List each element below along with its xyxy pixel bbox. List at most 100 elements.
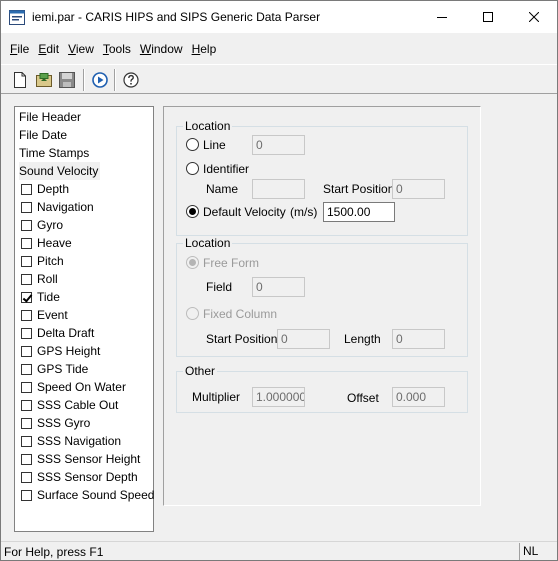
menu-view[interactable]: View <box>65 37 97 61</box>
maximize-icon <box>483 12 493 22</box>
checkbox[interactable] <box>21 219 32 231</box>
list-item-sss-navigation[interactable]: SSS Navigation <box>19 432 121 450</box>
minimize-icon <box>437 17 447 18</box>
checkbox[interactable] <box>21 201 32 213</box>
checkbox[interactable] <box>21 327 32 339</box>
field-label: Field <box>206 280 233 294</box>
list-item-sss-sensor-height[interactable]: SSS Sensor Height <box>19 450 140 468</box>
maximize-button[interactable] <box>465 1 511 33</box>
identifier-radio[interactable] <box>186 162 199 175</box>
list-item-speed-on-water[interactable]: Speed On Water <box>19 378 126 396</box>
list-item-navigation[interactable]: Navigation <box>19 198 94 216</box>
menu-help[interactable]: Help <box>189 37 220 61</box>
list-item-time-stamps[interactable]: Time Stamps <box>19 144 89 162</box>
location-group-disabled: Location Free Form Field 0 Fixed Column … <box>176 236 468 357</box>
checkbox[interactable] <box>21 471 32 483</box>
offset-label: Offset <box>347 391 379 405</box>
toolbar <box>1 64 557 94</box>
checkbox[interactable] <box>21 255 32 267</box>
list-item-depth[interactable]: Depth <box>19 180 69 198</box>
menu-window[interactable]: Window <box>137 37 186 61</box>
title-bar[interactable]: iemi.par - CARIS HIPS and SIPS Generic D… <box>1 1 557 33</box>
list-item-gps-tide[interactable]: GPS Tide <box>19 360 88 378</box>
checkbox[interactable] <box>21 399 32 411</box>
new-file-button[interactable] <box>9 69 31 91</box>
help-button[interactable] <box>120 69 142 91</box>
close-icon <box>529 12 539 22</box>
fixed-column-radio[interactable] <box>186 307 199 320</box>
checkbox[interactable] <box>21 273 32 285</box>
checkbox-checked[interactable] <box>21 291 32 303</box>
fixed-column-label: Fixed Column <box>203 307 278 321</box>
list-item-gps-height[interactable]: GPS Height <box>19 342 100 360</box>
menu-file[interactable]: File <box>7 37 32 61</box>
identifier-label: Identifier <box>203 162 250 176</box>
list-item-surface-sound-speed[interactable]: Surface Sound Speed <box>19 486 154 504</box>
checkbox[interactable] <box>21 417 32 429</box>
record-type-list[interactable]: File Header File Date Time Stamps Sound … <box>14 106 154 532</box>
name-field[interactable] <box>252 179 305 199</box>
window-title: iemi.par - CARIS HIPS and SIPS Generic D… <box>32 10 321 24</box>
group-title: Location <box>183 119 233 133</box>
default-velocity-label: Default Velocity <box>203 205 286 219</box>
list-item-sss-cable-out[interactable]: SSS Cable Out <box>19 396 118 414</box>
list-item-delta-draft[interactable]: Delta Draft <box>19 324 94 342</box>
list-item-sss-gyro[interactable]: SSS Gyro <box>19 414 90 432</box>
name-label: Name <box>206 182 239 196</box>
start-position-field[interactable]: 0 <box>392 179 445 199</box>
group-title: Other <box>183 364 218 378</box>
checkbox[interactable] <box>21 435 32 447</box>
line-field[interactable]: 0 <box>252 135 305 155</box>
offset-field[interactable]: 0.000 <box>392 387 445 407</box>
minimize-button[interactable] <box>419 1 465 33</box>
checkbox[interactable] <box>21 309 32 321</box>
start-position-label: Start Position <box>323 182 395 196</box>
list-item-file-date[interactable]: File Date <box>19 126 67 144</box>
checkbox[interactable] <box>21 183 32 195</box>
start-position-label: Start Position <box>206 332 278 346</box>
toolbar-separator <box>83 69 85 91</box>
new-file-icon <box>14 72 26 88</box>
list-item-roll[interactable]: Roll <box>19 270 58 288</box>
list-item-file-header[interactable]: File Header <box>19 108 81 126</box>
length-field[interactable]: 0 <box>392 329 445 349</box>
checkbox[interactable] <box>21 345 32 357</box>
checkbox[interactable] <box>21 489 32 501</box>
open-icon <box>36 73 52 87</box>
toolbar-separator <box>114 69 116 91</box>
menu-tools[interactable]: Tools <box>100 37 134 61</box>
menu-bar: File Edit View Tools Window Help <box>1 37 557 61</box>
client-area: File Header File Date Time Stamps Sound … <box>2 96 556 540</box>
start-position-field[interactable]: 0 <box>277 329 330 349</box>
multiplier-field[interactable]: 1.000000 <box>252 387 305 407</box>
length-label: Length <box>344 332 381 346</box>
open-button[interactable] <box>33 69 55 91</box>
checkbox[interactable] <box>21 363 32 375</box>
location-group: Location Line 0 Identifier Name Start Po… <box>176 119 468 236</box>
list-item-sss-sensor-depth[interactable]: SSS Sensor Depth <box>19 468 138 486</box>
list-item-heave[interactable]: Heave <box>19 234 72 252</box>
free-form-radio[interactable] <box>186 256 199 269</box>
num-lock-indicator: NL <box>519 543 555 560</box>
menu-edit[interactable]: Edit <box>35 37 62 61</box>
close-button[interactable] <box>511 1 557 33</box>
status-text: For Help, press F1 <box>4 545 104 559</box>
line-radio[interactable] <box>186 138 199 151</box>
checkbox[interactable] <box>21 381 32 393</box>
app-window: iemi.par - CARIS HIPS and SIPS Generic D… <box>0 0 558 561</box>
save-button[interactable] <box>56 69 78 91</box>
default-velocity-radio[interactable] <box>186 205 199 218</box>
list-item-tide[interactable]: Tide <box>19 288 60 306</box>
other-group: Other Multiplier 1.000000 Offset 0.000 <box>176 364 468 413</box>
list-item-pitch[interactable]: Pitch <box>19 252 64 270</box>
list-item-sound-velocity[interactable]: Sound Velocity <box>19 162 101 180</box>
run-button[interactable] <box>89 69 111 91</box>
default-velocity-field[interactable]: 1500.00 <box>323 202 395 222</box>
list-item-gyro[interactable]: Gyro <box>19 216 63 234</box>
checkbox[interactable] <box>21 453 32 465</box>
list-item-event[interactable]: Event <box>19 306 68 324</box>
field-input[interactable]: 0 <box>252 277 305 297</box>
checkbox[interactable] <box>21 237 32 249</box>
group-title: Location <box>183 236 233 250</box>
multiplier-label: Multiplier <box>192 390 241 404</box>
